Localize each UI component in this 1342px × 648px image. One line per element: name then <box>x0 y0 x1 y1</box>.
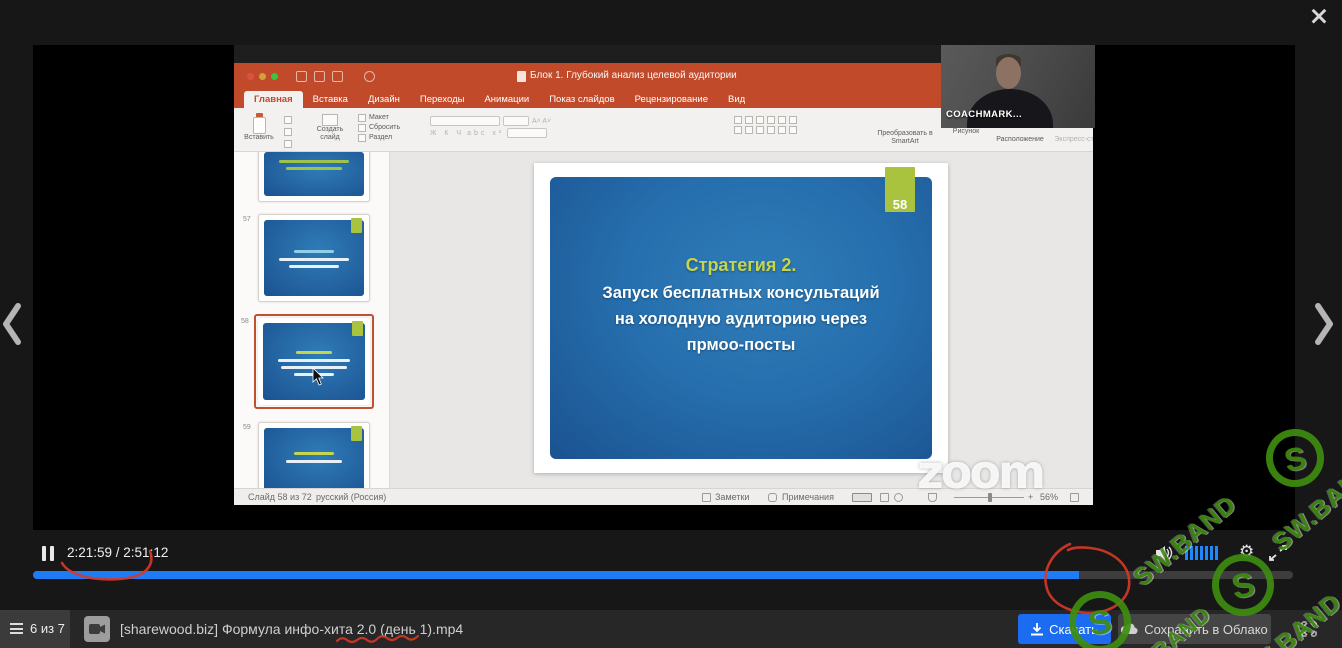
ppt-document-title: Блок 1. Глубокий анализ целевой аудитори… <box>530 70 737 81</box>
pause-button[interactable] <box>42 546 56 561</box>
font-name-box <box>430 116 500 126</box>
picture-label: Рисунок <box>946 128 986 136</box>
webcam-name-label: COACHMARK... <box>946 109 1022 120</box>
copy-icon <box>284 128 292 136</box>
fullscreen-button[interactable] <box>1299 619 1319 639</box>
highlight-box <box>507 128 547 138</box>
person-face <box>996 57 1021 89</box>
cut-icon <box>284 116 292 124</box>
slide-canvas: Стратегия 2. Запуск бесплатных консульта… <box>534 163 948 473</box>
ppt-doc-icon <box>517 71 526 82</box>
footer-bar: 6 из 7 [sharewood.biz] Формула инфо-хита… <box>0 610 1342 648</box>
slide-thumbnail-panel: 57 58 <box>234 152 390 488</box>
status-slide-counter: Слайд 58 из 72 <box>248 492 312 502</box>
thumbnail-number: 58 <box>241 318 249 325</box>
cloud-icon <box>1121 623 1138 635</box>
mac-minimize-dot <box>259 73 266 80</box>
comments-icon <box>768 493 777 502</box>
undo-icon <box>314 71 325 82</box>
mac-close-dot <box>247 73 254 80</box>
paste-clipboard-icon <box>253 117 266 134</box>
tab-animations: Анимации <box>474 91 539 108</box>
smartart-label: Преобразовать в SmartArt <box>868 130 942 146</box>
slide-text-line: Запуск бесплатных консультаций <box>550 280 932 306</box>
font-size-box <box>503 116 529 126</box>
cloud-label: Сохранить в Облако <box>1144 622 1268 637</box>
ppt-main-area: 57 58 <box>234 152 1093 488</box>
slide-text-line: прмоо-посты <box>550 332 932 358</box>
playlist-counter-button[interactable]: 6 из 7 <box>0 610 70 648</box>
expand-icon[interactable] <box>1269 545 1287 561</box>
tab-review: Рецензирование <box>625 91 718 108</box>
mac-zoom-dot <box>271 73 278 80</box>
format-painter-icon <box>284 140 292 148</box>
progress-bar[interactable] <box>33 571 1293 579</box>
slide-title: Стратегия 2. <box>550 255 932 276</box>
new-slide-label: Создать слайд <box>310 126 350 142</box>
thumbnail-slide-56 <box>258 152 370 202</box>
slide-editor-area: Стратегия 2. Запуск бесплатных консульта… <box>391 152 1093 488</box>
download-icon <box>1031 623 1043 636</box>
video-file-icon <box>84 616 110 642</box>
slide-background: Стратегия 2. Запуск бесплатных консульта… <box>550 177 932 459</box>
print-icon <box>332 71 343 82</box>
video-screen: Блок 1. Глубокий анализ целевой аудитори… <box>33 45 1295 530</box>
thumbnail-slide-59 <box>258 422 370 488</box>
redo-icon <box>364 71 375 82</box>
notes-label: Заметки <box>715 492 749 502</box>
new-slide-icon <box>322 114 338 126</box>
close-button[interactable]: × <box>1303 1 1335 33</box>
webcam-view: COACHMARK... <box>941 45 1095 128</box>
slideshow-view-icon <box>894 493 903 502</box>
tab-design: Дизайн <box>358 91 410 108</box>
slide-sorter-icon <box>880 493 889 502</box>
save-icon <box>296 71 307 82</box>
save-to-cloud-button[interactable]: Сохранить в Облако <box>1118 614 1271 644</box>
section-label: Раздел <box>369 134 392 142</box>
current-filename: [sharewood.biz] Формула инфо-хита 2.0 (д… <box>120 621 463 637</box>
tab-insert: Вставка <box>303 91 358 108</box>
thumbnail-number: 57 <box>243 216 251 223</box>
comments-label: Примечания <box>782 492 834 502</box>
prev-item-button[interactable] <box>0 298 26 350</box>
volume-icon[interactable] <box>1156 545 1174 561</box>
progress-fill <box>33 571 1079 579</box>
normal-view-icon <box>852 493 872 502</box>
slide-number-badge: 58 <box>885 167 915 212</box>
quick-styles-label: Экспресс-стили <box>1052 136 1093 144</box>
slide-text-line: на холодную аудиторию через <box>550 306 932 332</box>
volume-level-bars[interactable] <box>1185 546 1218 560</box>
download-button[interactable]: Скачать <box>1018 614 1111 644</box>
section-icon <box>358 134 366 142</box>
playlist-counter: 6 из 7 <box>30 621 65 636</box>
fit-slide-icon <box>1070 493 1079 502</box>
arrange-label: Расположение <box>990 136 1050 144</box>
paste-label: Вставить <box>242 134 276 142</box>
reset-icon <box>358 124 366 132</box>
zoom-watermark: zoom <box>917 449 1043 495</box>
tab-view: Вид <box>718 91 755 108</box>
layout-label: Макет <box>369 114 389 122</box>
reset-label: Сбросить <box>369 124 400 132</box>
status-language: русский (Россия) <box>316 492 386 502</box>
layout-icon <box>358 114 366 122</box>
thumbnail-badge-icon <box>351 426 362 441</box>
notes-icon <box>702 493 711 502</box>
next-item-button[interactable] <box>1310 298 1336 350</box>
thumbnail-badge-icon <box>352 321 363 336</box>
mouse-cursor-icon <box>312 368 325 386</box>
thumbnail-badge-icon <box>351 218 362 233</box>
tab-transitions: Переходы <box>410 91 475 108</box>
tab-home: Главная <box>244 91 303 108</box>
time-display: 2:21:59 / 2:51:12 <box>67 545 168 560</box>
thumbnail-number: 59 <box>243 424 251 431</box>
tab-slideshow: Показ слайдов <box>539 91 624 108</box>
font-style-buttons: Ж К Ч <box>430 130 464 137</box>
thumbnail-slide-58-selected <box>254 314 374 409</box>
settings-gear-icon[interactable]: ⚙ <box>1239 542 1254 562</box>
playlist-icon <box>10 623 23 634</box>
download-label: Скачать <box>1049 622 1098 637</box>
thumbnail-slide-57 <box>258 214 370 302</box>
